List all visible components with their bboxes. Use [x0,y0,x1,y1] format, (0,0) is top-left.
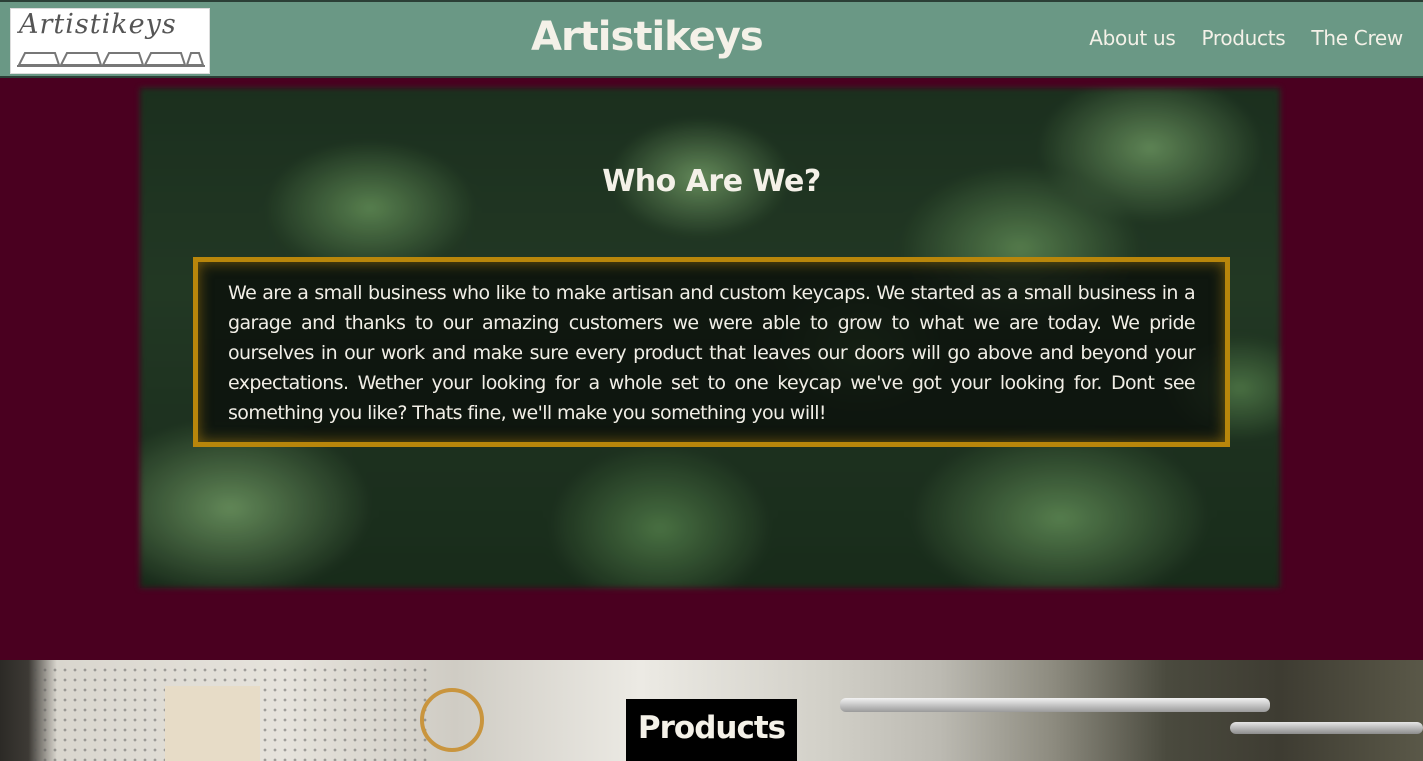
about-text-box: We are a small business who like to make… [193,257,1230,447]
about-paragraph: We are a small business who like to make… [228,282,1196,424]
wire-coil [420,688,484,752]
nav-link-products[interactable]: Products [1201,26,1285,50]
site-title: Artistikeys [531,14,764,60]
site-header: Artistikeys Artistikeys About us Product… [0,0,1423,78]
wall-paper [165,686,260,761]
shelf-bar [840,698,1270,712]
site-logo[interactable]: Artistikeys [10,8,210,74]
shelf-bar-secondary [1230,722,1423,734]
products-section: Products [0,660,1423,761]
products-heading-box: Products [626,699,797,761]
keycaps-logo-icon [17,52,205,67]
main-nav: About us Products The Crew [1089,26,1403,50]
about-section: Who Are We? We are a small business who … [0,78,1423,660]
nav-link-the-crew[interactable]: The Crew [1311,26,1403,50]
nav-link-about-us[interactable]: About us [1089,26,1175,50]
about-heading: Who Are We? [602,164,821,199]
logo-text: Artistikeys [19,9,177,40]
products-heading: Products [637,710,786,746]
